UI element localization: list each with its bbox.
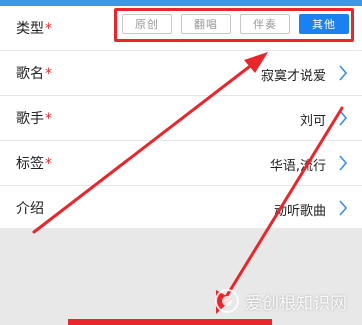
singer-row[interactable]: 歌手* 刘可: [0, 96, 362, 141]
song-label: 歌名*: [16, 66, 52, 82]
watermark-text: 爱创根知识网: [245, 293, 347, 314]
singer-value: 刘可: [299, 114, 326, 129]
type-option-cover[interactable]: 翻唱: [181, 14, 231, 34]
intro-value: 动听歌曲: [273, 204, 326, 219]
watermark: 爱创根知识网: [214, 288, 347, 314]
required-mark: *: [45, 66, 52, 82]
type-label: 类型*: [16, 21, 52, 37]
required-mark: *: [45, 111, 52, 127]
intro-row[interactable]: 介绍 动听歌曲: [0, 186, 362, 230]
type-options: 原创 翻唱 伴奏 其他: [122, 14, 349, 34]
type-option-original[interactable]: 原创: [122, 14, 172, 34]
watermark-logo-icon: [215, 289, 239, 313]
required-mark: *: [45, 156, 52, 172]
chevron-right-icon: [339, 200, 348, 216]
song-value: 寂寞才说爱: [260, 69, 326, 84]
type-row: 类型* 原创 翻唱 伴奏 其他: [0, 6, 362, 51]
singer-label: 歌手*: [16, 111, 52, 127]
chevron-right-icon: [339, 65, 348, 81]
tags-row[interactable]: 标签* 华语,流行: [0, 141, 362, 186]
chevron-right-icon: [339, 110, 348, 126]
type-option-other[interactable]: 其他: [299, 14, 349, 34]
chevron-right-icon: [339, 155, 348, 171]
upload-form: 类型* 原创 翻唱 伴奏 其他 歌名* 寂寞才说爱 歌手* 刘可 标签* 华语,…: [0, 6, 362, 230]
intro-label: 介绍: [16, 201, 44, 217]
type-option-accompaniment[interactable]: 伴奏: [240, 14, 290, 34]
required-mark: *: [45, 21, 52, 37]
annotation-highlight-bar: [68, 319, 272, 325]
tags-value: 华语,流行: [269, 159, 326, 174]
tags-label: 标签*: [16, 156, 52, 172]
song-row[interactable]: 歌名* 寂寞才说爱: [0, 51, 362, 96]
